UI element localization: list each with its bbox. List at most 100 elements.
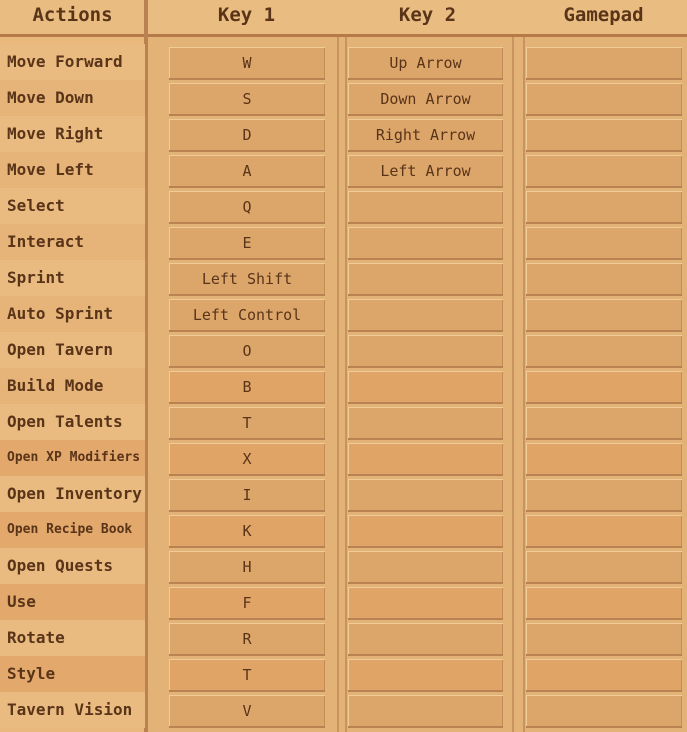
action-row: Tavern Vision	[0, 692, 145, 728]
key1-binding-button[interactable]: H	[169, 551, 325, 584]
action-label: Open Inventory	[7, 484, 142, 503]
key1-binding-button[interactable]: O	[169, 335, 325, 368]
key1-binding-button[interactable]: T	[169, 659, 325, 692]
action-row: Move Down	[0, 80, 145, 116]
action-label: Tavern Vision	[7, 700, 133, 719]
action-row: Move Forward	[0, 44, 145, 80]
column-divider	[345, 37, 347, 732]
key1-binding-button[interactable]: Q	[169, 191, 325, 224]
key2-binding-button[interactable]	[348, 695, 503, 728]
action-label: Open Tavern	[7, 340, 113, 359]
action-label: Interact	[7, 232, 85, 251]
key1-binding-button[interactable]: X	[169, 443, 325, 476]
action-row: Build Mode	[0, 368, 145, 404]
action-label: Build Mode	[7, 376, 104, 395]
action-row: Rotate	[0, 620, 145, 656]
key1-binding-button[interactable]: S	[169, 83, 325, 116]
action-row: Open Quests	[0, 548, 145, 584]
key2-binding-button[interactable]: Down Arrow	[348, 83, 503, 116]
key2-binding-button[interactable]	[348, 623, 503, 656]
key2-binding-button[interactable]	[348, 227, 503, 260]
key1-binding-button[interactable]: R	[169, 623, 325, 656]
key1-binding-button[interactable]: T	[169, 407, 325, 440]
action-label: Move Down	[7, 88, 94, 107]
action-row: Move Right	[0, 116, 145, 152]
gamepad-binding-button[interactable]	[526, 695, 682, 728]
column-divider	[523, 37, 525, 732]
gamepad-binding-button[interactable]	[526, 371, 682, 404]
action-label: Open Recipe Book	[7, 522, 133, 537]
gamepad-binding-button[interactable]	[526, 479, 682, 512]
action-label: Open Quests	[7, 556, 113, 575]
key2-binding-button[interactable]	[348, 443, 503, 476]
key1-binding-button[interactable]: E	[169, 227, 325, 260]
action-label: Open Talents	[7, 412, 123, 431]
action-row: Auto Sprint	[0, 296, 145, 332]
action-row: Select	[0, 188, 145, 224]
action-row: Open Recipe Book	[0, 512, 145, 548]
key1-binding-button[interactable]: I	[169, 479, 325, 512]
gamepad-binding-button[interactable]	[526, 551, 682, 584]
key2-binding-button[interactable]: Left Arrow	[348, 155, 503, 188]
header-key1: Key 1	[217, 4, 276, 26]
key1-binding-button[interactable]: Left Shift	[169, 263, 325, 296]
action-row: Use	[0, 584, 145, 620]
gamepad-binding-button[interactable]	[526, 299, 682, 332]
key2-binding-button[interactable]	[348, 263, 503, 296]
gamepad-binding-button[interactable]	[526, 587, 682, 620]
gamepad-binding-button[interactable]	[526, 407, 682, 440]
action-row: Sprint	[0, 260, 145, 296]
action-row: Interact	[0, 224, 145, 260]
action-row: Style	[0, 656, 145, 692]
column-divider	[337, 37, 339, 732]
gamepad-binding-button[interactable]	[526, 47, 682, 80]
header-gamepad: Gamepad	[563, 4, 644, 26]
gamepad-binding-button[interactable]	[526, 119, 682, 152]
action-label: Open XP Modifiers	[7, 450, 141, 465]
action-label: Move Right	[7, 124, 104, 143]
action-label: Move Left	[7, 160, 94, 179]
action-label: Rotate	[7, 628, 65, 647]
key2-binding-button[interactable]	[348, 371, 503, 404]
gamepad-binding-button[interactable]	[526, 191, 682, 224]
key2-binding-button[interactable]	[348, 299, 503, 332]
gamepad-binding-button[interactable]	[526, 443, 682, 476]
key2-binding-button[interactable]	[348, 335, 503, 368]
action-row: Open Tavern	[0, 332, 145, 368]
gamepad-binding-button[interactable]	[526, 623, 682, 656]
key2-binding-button[interactable]	[348, 551, 503, 584]
gamepad-binding-button[interactable]	[526, 83, 682, 116]
key2-binding-button[interactable]	[348, 659, 503, 692]
key1-binding-button[interactable]: F	[169, 587, 325, 620]
gamepad-binding-button[interactable]	[526, 155, 682, 188]
action-row: Open Talents	[0, 404, 145, 440]
action-label: Move Forward	[7, 52, 123, 71]
key1-binding-button[interactable]: V	[169, 695, 325, 728]
action-row: Open Inventory	[0, 476, 145, 512]
column-divider	[512, 37, 514, 732]
key1-binding-button[interactable]: A	[169, 155, 325, 188]
key2-binding-button[interactable]: Right Arrow	[348, 119, 503, 152]
key2-binding-button[interactable]	[348, 191, 503, 224]
key1-binding-button[interactable]: K	[169, 515, 325, 548]
header-actions: Actions	[32, 4, 113, 26]
action-row: Open XP Modifiers	[0, 440, 145, 476]
action-label: Sprint	[7, 268, 65, 287]
gamepad-binding-button[interactable]	[526, 227, 682, 260]
action-label: Style	[7, 664, 56, 683]
gamepad-binding-button[interactable]	[526, 263, 682, 296]
key1-binding-button[interactable]: B	[169, 371, 325, 404]
key2-binding-button[interactable]: Up Arrow	[348, 47, 503, 80]
gamepad-binding-button[interactable]	[526, 659, 682, 692]
key2-binding-button[interactable]	[348, 587, 503, 620]
key1-binding-button[interactable]: D	[169, 119, 325, 152]
action-label: Use	[7, 592, 36, 611]
gamepad-binding-button[interactable]	[526, 335, 682, 368]
gamepad-binding-button[interactable]	[526, 515, 682, 548]
action-label: Select	[7, 196, 65, 215]
key1-binding-button[interactable]: W	[169, 47, 325, 80]
key2-binding-button[interactable]	[348, 479, 503, 512]
key1-binding-button[interactable]: Left Control	[169, 299, 325, 332]
key2-binding-button[interactable]	[348, 515, 503, 548]
key2-binding-button[interactable]	[348, 407, 503, 440]
